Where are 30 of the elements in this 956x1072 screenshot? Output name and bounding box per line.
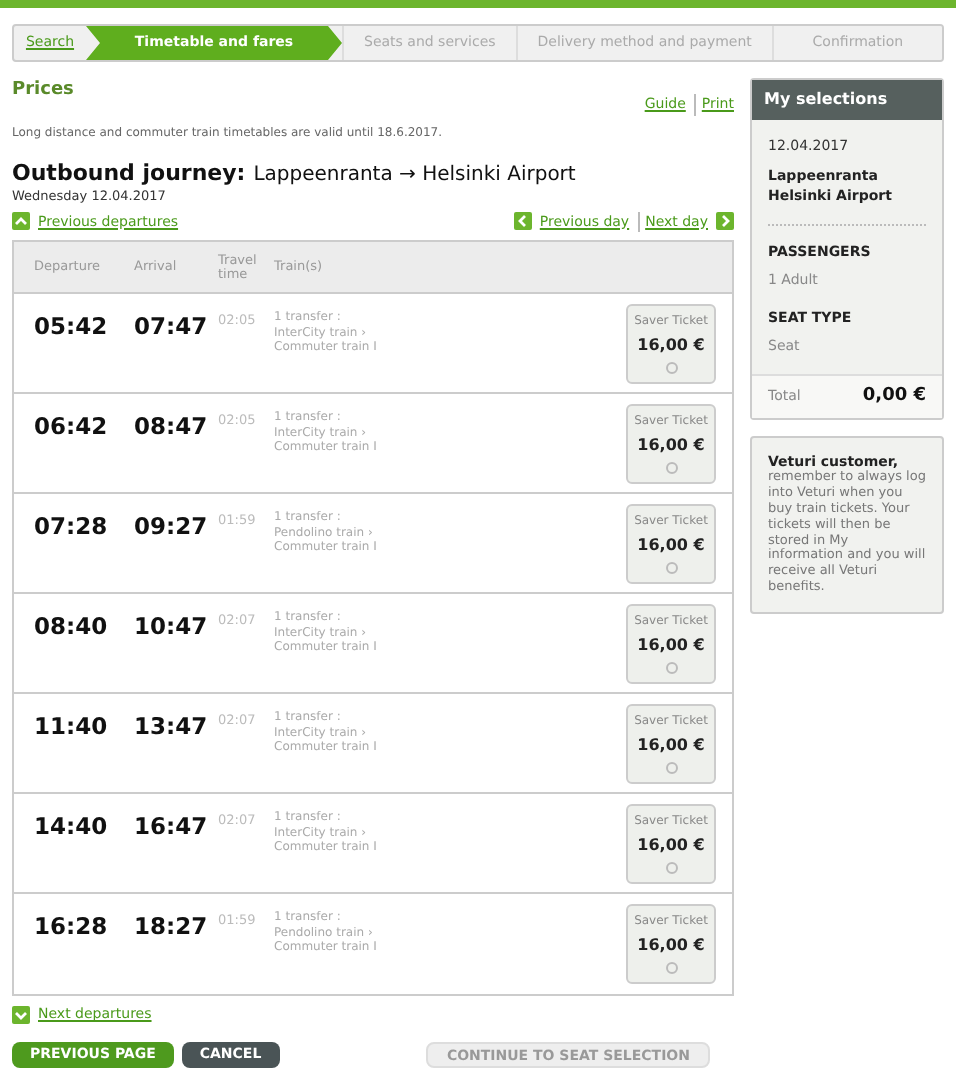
section-title: Prices [12, 78, 74, 104]
arrival-time: 18:27 [134, 912, 208, 940]
departure-time: 06:42 [34, 412, 108, 440]
chevron-down-icon[interactable] [12, 1005, 30, 1024]
radio-icon[interactable] [665, 462, 677, 474]
arrival-time: 13:47 [134, 712, 208, 740]
departure-time: 05:42 [34, 312, 108, 340]
arrival-time: 08:47 [134, 412, 208, 440]
departure-time: 07:28 [34, 512, 108, 540]
route-text: Lappeenranta → Helsinki Airport [253, 161, 576, 189]
arrival-time: 16:47 [134, 812, 208, 840]
radio-icon[interactable] [665, 562, 677, 574]
total-price: 0,00 € [862, 383, 926, 409]
arrival-time: 09:27 [134, 512, 208, 540]
departure-time: 16:28 [34, 912, 108, 940]
radio-icon[interactable] [665, 762, 677, 774]
arrival-time: 10:47 [134, 612, 208, 640]
departure-time: 08:40 [34, 612, 108, 640]
arrival-time: 07:47 [134, 312, 208, 340]
radio-icon[interactable] [665, 662, 677, 674]
chevron-left-icon[interactable] [513, 212, 532, 231]
radio-icon[interactable] [665, 962, 677, 974]
chevron-right-icon[interactable] [716, 212, 734, 231]
chevron-up-icon[interactable] [12, 212, 30, 231]
departure-time: 11:40 [34, 712, 108, 740]
panel-title: My selections [752, 80, 942, 120]
departure-time: 14:40 [34, 812, 108, 840]
radio-icon[interactable] [665, 362, 677, 374]
radio-icon[interactable] [665, 862, 677, 874]
journey-label: Outbound journey: [12, 157, 246, 189]
